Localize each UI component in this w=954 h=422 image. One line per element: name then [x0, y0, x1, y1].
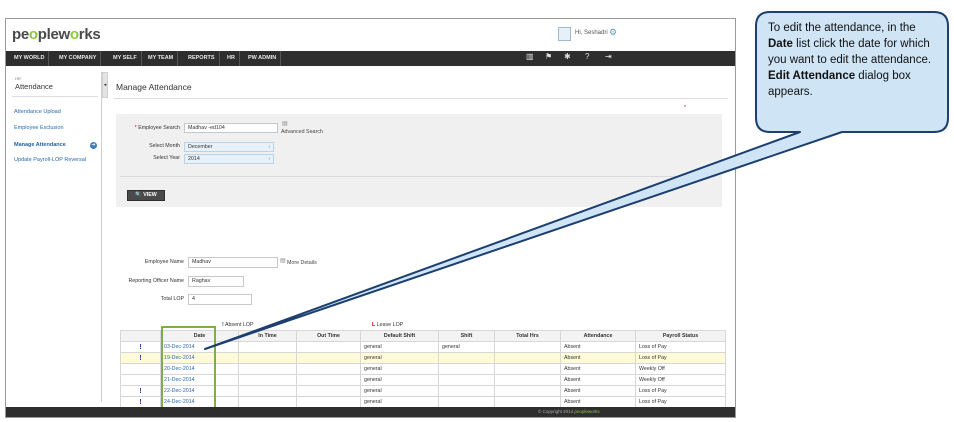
callout-text: To edit the attendance, in the Date list… [768, 22, 932, 98]
tutorial-slide: peopleworks Hi, Seshadri ⚙ MY WORLD MY C… [0, 0, 954, 422]
